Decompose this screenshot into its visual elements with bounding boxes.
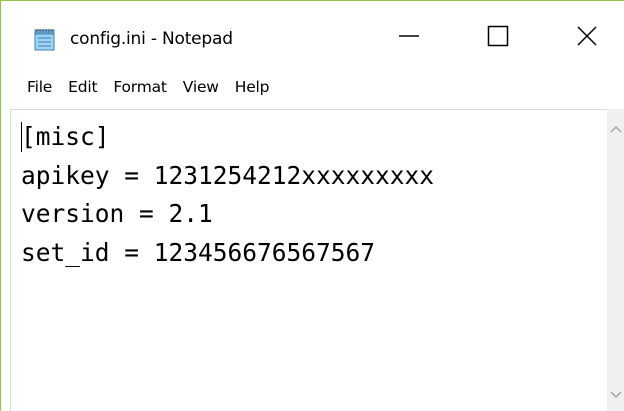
close-icon <box>575 24 599 52</box>
scroll-up-arrow-icon <box>609 119 623 138</box>
notepad-window: config.ini - Notepad File Edit Format Vi… <box>0 0 624 411</box>
editor-line: [misc] <box>21 122 110 151</box>
maximize-icon <box>486 24 510 52</box>
menu-bar: File Edit Format View Help <box>1 65 624 109</box>
minimize-icon <box>397 24 421 52</box>
menu-file[interactable]: File <box>19 74 60 100</box>
editor-line: set_id = 123456676567567 <box>21 237 376 267</box>
scroll-down-arrow-icon <box>609 385 623 404</box>
minimize-button[interactable] <box>367 11 451 65</box>
scroll-up-button[interactable] <box>607 119 624 137</box>
menu-view[interactable]: View <box>175 74 227 100</box>
editor-content[interactable]: [misc] apikey = 1231254212xxxxxxxxx versio… <box>21 118 434 272</box>
editor-line: apikey = 1231254212xxxxxxxxx <box>21 160 435 190</box>
menu-edit[interactable]: Edit <box>60 74 105 100</box>
maximize-button[interactable] <box>456 11 540 65</box>
vertical-scrollbar[interactable] <box>607 109 624 411</box>
scroll-down-button[interactable] <box>607 385 624 403</box>
menu-help[interactable]: Help <box>227 74 278 100</box>
editor-line: version = 2.1 <box>21 199 213 228</box>
close-button[interactable] <box>549 11 624 65</box>
text-editor[interactable]: [misc] apikey = 1231254212xxxxxxxxx versio… <box>10 109 607 411</box>
window-title: config.ini - Notepad <box>70 29 233 49</box>
notepad-icon <box>32 28 58 52</box>
title-bar[interactable]: config.ini - Notepad <box>1 1 624 65</box>
menu-format[interactable]: Format <box>105 74 174 100</box>
